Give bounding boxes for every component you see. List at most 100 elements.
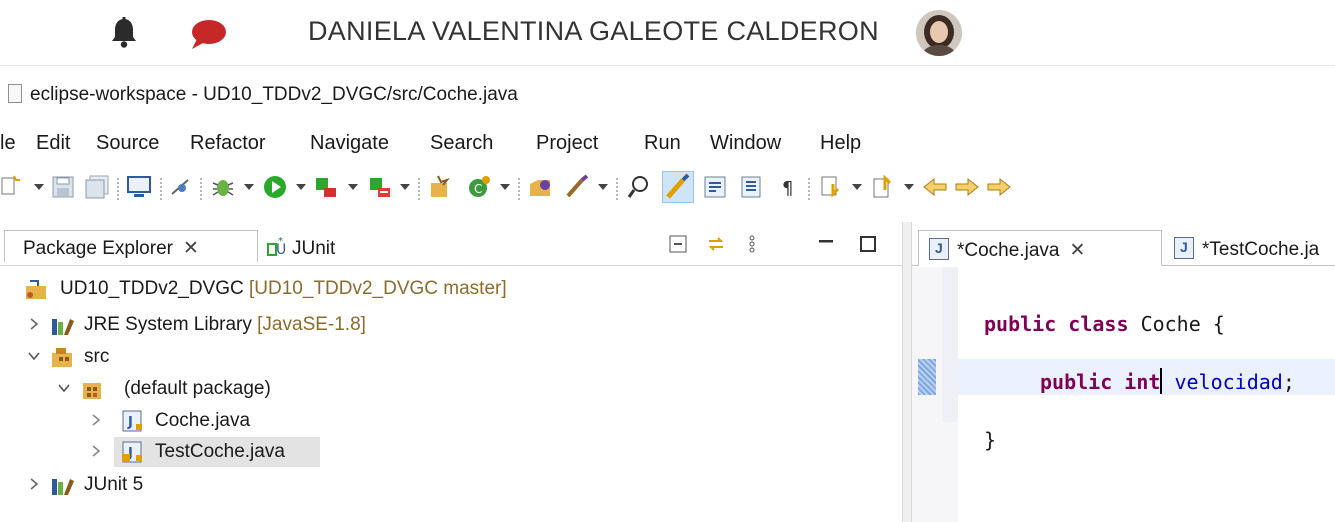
tab-coche-java-label: *Coche.java bbox=[957, 240, 1060, 261]
menu-run[interactable]: Run bbox=[644, 132, 681, 155]
new-java-project-icon[interactable] bbox=[428, 174, 454, 200]
jre-version-decoration: [JavaSE-1.8] bbox=[257, 314, 366, 335]
change-marker-icon[interactable] bbox=[918, 359, 936, 395]
keyword-class: class bbox=[1068, 312, 1129, 336]
library-icon bbox=[52, 319, 74, 335]
next-annotation-icon[interactable] bbox=[818, 174, 844, 200]
tree-item-project[interactable]: UD10_TDDv2_DVGC [UD10_TDDv2_DVGC master] bbox=[0, 274, 600, 304]
mark-occurrences-button[interactable] bbox=[662, 171, 694, 203]
view-menu-icon[interactable] bbox=[742, 234, 762, 254]
collapse-all-icon[interactable] bbox=[668, 234, 688, 254]
tab-package-explorer[interactable]: Package Explorer ✕ bbox=[4, 230, 258, 262]
java-editor: *Coche.java ✕ *TestCoche.ja public class … bbox=[912, 222, 1335, 522]
tree-item-testcoche-java[interactable]: J TestCoche.java bbox=[114, 437, 320, 467]
forward-extra-icon[interactable] bbox=[986, 174, 1012, 200]
forward-icon[interactable] bbox=[954, 174, 980, 200]
closing-brace: } bbox=[984, 428, 997, 452]
eclipse-document-icon bbox=[8, 84, 22, 103]
coverage-dropdown-icon[interactable] bbox=[348, 184, 358, 190]
menu-navigate[interactable]: Navigate bbox=[310, 132, 389, 155]
toolbar-separator bbox=[418, 178, 420, 200]
save-all-icon[interactable] bbox=[84, 174, 110, 200]
chevron-down-icon[interactable] bbox=[28, 350, 40, 362]
svg-text:¶: ¶ bbox=[782, 178, 793, 199]
toggle-block-selection-icon[interactable] bbox=[702, 174, 728, 200]
menu-file[interactable]: le bbox=[0, 132, 16, 155]
minimize-icon[interactable] bbox=[816, 234, 836, 254]
menu-edit[interactable]: Edit bbox=[36, 132, 70, 155]
chevron-right-icon[interactable] bbox=[28, 318, 40, 330]
new-wizard-icon[interactable] bbox=[0, 174, 26, 200]
tab-testcoche-java[interactable]: *TestCoche.ja bbox=[1164, 230, 1335, 266]
keyword-int: int bbox=[1124, 370, 1161, 394]
package-explorer-view: Package Explorer ✕ U * JUnit UD10_TDDv2_DVG… bbox=[0, 222, 902, 522]
next-annotation-dropdown-icon[interactable] bbox=[852, 184, 862, 190]
code-line-2[interactable]: public int velocidad; bbox=[1040, 368, 1295, 394]
toolbar-separator bbox=[518, 178, 520, 200]
run-icon[interactable] bbox=[262, 174, 288, 200]
search-brush-icon[interactable] bbox=[564, 174, 590, 200]
save-icon[interactable] bbox=[50, 174, 76, 200]
svg-text:C: C bbox=[474, 182, 482, 196]
run-dropdown-icon[interactable] bbox=[296, 184, 306, 190]
chevron-right-icon[interactable] bbox=[28, 478, 40, 490]
tree-item-src[interactable]: src bbox=[0, 342, 600, 372]
tab-coche-java[interactable]: *Coche.java ✕ bbox=[918, 230, 1162, 266]
code-line-1[interactable]: public class Coche { bbox=[984, 312, 1225, 336]
menu-project[interactable]: Project bbox=[536, 132, 598, 155]
menu-source[interactable]: Source bbox=[96, 132, 159, 155]
avatar[interactable] bbox=[916, 10, 962, 56]
library-icon bbox=[52, 479, 74, 495]
new-dropdown-icon[interactable] bbox=[34, 184, 44, 190]
code-line-3[interactable]: } bbox=[984, 428, 996, 452]
java-project-icon bbox=[26, 280, 46, 299]
chevron-right-icon[interactable] bbox=[90, 414, 102, 426]
previous-annotation-icon[interactable] bbox=[870, 174, 896, 200]
skip-breakpoints-icon[interactable] bbox=[168, 174, 194, 200]
coverage-icon[interactable] bbox=[312, 174, 338, 200]
keyword-public: public bbox=[1040, 370, 1113, 394]
window-title: eclipse-workspace - UD10_TDDv2_DVGC/src/… bbox=[30, 84, 518, 105]
project-name: UD10_TDDv2_DVGC bbox=[60, 278, 244, 299]
new-class-icon[interactable]: C bbox=[466, 174, 492, 200]
show-source-icon[interactable] bbox=[738, 174, 764, 200]
toggle-ant-icon[interactable] bbox=[626, 174, 652, 200]
tab-junit[interactable]: U * JUnit bbox=[260, 230, 335, 262]
external-tools-dropdown-icon[interactable] bbox=[400, 184, 410, 190]
chevron-down-icon[interactable] bbox=[58, 382, 70, 394]
show-whitespace-icon[interactable]: ¶ bbox=[776, 174, 802, 200]
view-splitter[interactable] bbox=[902, 222, 912, 522]
close-icon[interactable]: ✕ bbox=[1069, 239, 1085, 262]
menu-help[interactable]: Help bbox=[820, 132, 861, 155]
editor-overview-column bbox=[942, 267, 958, 422]
menu-window[interactable]: Window bbox=[710, 132, 781, 155]
source-folder-icon bbox=[52, 348, 72, 367]
link-with-editor-icon[interactable] bbox=[706, 234, 726, 254]
open-console-icon[interactable] bbox=[126, 174, 152, 200]
close-icon[interactable]: ✕ bbox=[183, 237, 199, 260]
previous-annotation-dropdown-icon[interactable] bbox=[904, 184, 914, 190]
chat-bubble-icon[interactable] bbox=[188, 18, 228, 52]
user-name[interactable]: DANIELA VALENTINA GALEOTE CALDERON bbox=[308, 16, 879, 47]
tree-item-jre[interactable]: JRE System Library [JavaSE-1.8] bbox=[0, 310, 600, 340]
testcoche-java-label: TestCoche.java bbox=[155, 441, 285, 462]
bell-icon[interactable] bbox=[107, 16, 141, 50]
tab-package-explorer-label: Package Explorer bbox=[23, 238, 173, 259]
search-dropdown-icon[interactable] bbox=[598, 184, 608, 190]
debug-icon[interactable] bbox=[210, 174, 236, 200]
maximize-icon[interactable] bbox=[858, 234, 878, 254]
new-class-dropdown-icon[interactable] bbox=[500, 184, 510, 190]
keyword-public: public bbox=[984, 312, 1057, 336]
chevron-right-icon[interactable] bbox=[90, 445, 102, 457]
default-package-label: (default package) bbox=[124, 378, 271, 399]
tree-item-default-package[interactable]: (default package) bbox=[0, 374, 600, 404]
tree-item-coche-java[interactable]: J Coche.java bbox=[0, 406, 600, 436]
open-type-icon[interactable] bbox=[528, 174, 554, 200]
external-tools-icon[interactable] bbox=[366, 174, 392, 200]
menu-refactor[interactable]: Refactor bbox=[190, 132, 266, 155]
back-icon[interactable] bbox=[922, 174, 948, 200]
menu-search[interactable]: Search bbox=[430, 132, 493, 155]
tree-item-junit5[interactable]: JUnit 5 bbox=[0, 470, 600, 500]
debug-dropdown-icon[interactable] bbox=[244, 184, 254, 190]
window-title-bar: eclipse-workspace - UD10_TDDv2_DVGC/src/… bbox=[0, 76, 1335, 112]
